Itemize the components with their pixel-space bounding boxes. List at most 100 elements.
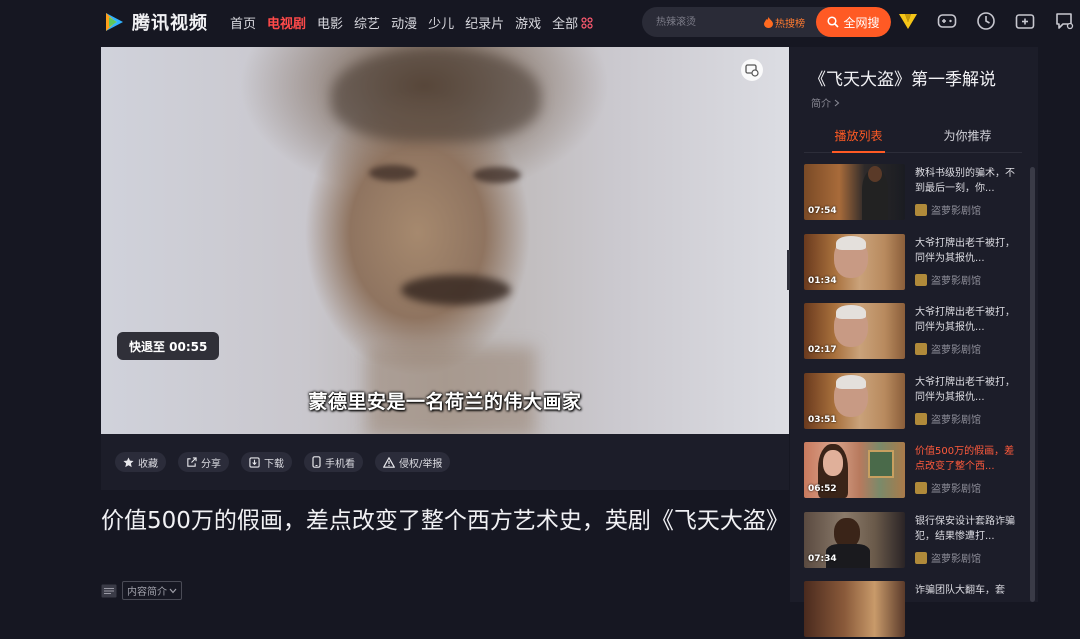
search-button-label: 全网搜 <box>843 15 880 30</box>
playlist-item-title: 价值500万的假画，差点改变了整个西... <box>915 446 1015 472</box>
search-button[interactable]: 全网搜 <box>816 7 891 37</box>
video-duration: 03:51 <box>808 415 837 425</box>
playlist-item-author: 盗萝影剧馆 <box>915 341 981 356</box>
chevron-right-icon <box>834 99 840 107</box>
sidebar-tabs: 播放列表 为你推荐 <box>804 127 1022 153</box>
search-icon <box>827 16 840 28</box>
content-intro[interactable]: 内容简介 <box>101 581 182 600</box>
sidebar-intro-label: 简介 <box>811 99 831 110</box>
playlist-item-author: 盗萝影剧馆 <box>915 480 981 495</box>
upload-video-icon[interactable] <box>1014 10 1036 32</box>
author-name: 盗萝影剧馆 <box>931 276 981 287</box>
nav-item-kids[interactable]: 少儿 <box>428 13 454 32</box>
favorite-button[interactable]: 收藏 <box>115 452 166 472</box>
nav-item-movie[interactable]: 电影 <box>317 13 343 32</box>
video-thumbnail: 03:51 <box>804 373 905 429</box>
playlist-item-playing[interactable]: 06:52 价值500万的假画，差点改变了整个西... 盗萝影剧馆 <box>804 442 1026 500</box>
message-icon[interactable] <box>1053 10 1075 32</box>
rewind-tooltip: 快退至 00:55 <box>117 332 220 360</box>
avatar <box>915 203 927 216</box>
video-duration: 07:54 <box>808 206 837 216</box>
nav-item-variety[interactable]: 综艺 <box>354 13 380 32</box>
playlist-item-title: 大爷打牌出老千被打，同伴为其报仇... <box>915 307 1015 333</box>
tab-recommended[interactable]: 为你推荐 <box>913 127 1022 152</box>
playlist-item[interactable]: 诈骗团队大翻车，套 <box>804 581 1026 639</box>
playlist-item[interactable]: 07:34 银行保安设计套路诈骗犯，结果惨遭打... 盗萝影剧馆 <box>804 512 1026 570</box>
portrait-eye-left <box>369 165 417 181</box>
video-thumbnail: 07:54 <box>804 164 905 220</box>
nav-item-all-label: 全部 <box>552 17 579 32</box>
sidebar-title: 《飞天大盗》第一季解说 <box>809 70 996 90</box>
author-name: 盗萝影剧馆 <box>931 415 981 426</box>
sidebar-intro-link[interactable]: 简介 <box>811 95 840 110</box>
game-controller-icon[interactable] <box>936 10 958 32</box>
warning-icon <box>383 456 395 468</box>
nav-item-game[interactable]: 游戏 <box>515 13 541 32</box>
video-duration: 01:34 <box>808 276 837 286</box>
download-button[interactable]: 下载 <box>241 452 292 472</box>
avatar <box>915 342 927 355</box>
nav-item-tv[interactable]: 电视剧 <box>267 13 306 32</box>
grid-icon <box>581 16 593 29</box>
avatar <box>915 551 927 564</box>
portrait-hair <box>331 47 541 142</box>
phone-icon <box>312 456 321 468</box>
share-label: 分享 <box>201 458 221 470</box>
playlist-item[interactable]: 02:17 大爷打牌出老千被打，同伴为其报仇... 盗萝影剧馆 <box>804 303 1026 361</box>
nav-item-documentary[interactable]: 纪录片 <box>465 13 504 32</box>
portrait-eye-right <box>473 167 521 183</box>
video-player[interactable]: 快退至 00:55 蒙德里安是一名荷兰的伟大画家 <box>101 47 789 434</box>
avatar <box>915 481 927 494</box>
playlist-item-author: 盗萝影剧馆 <box>915 272 981 287</box>
content-intro-toggle[interactable]: 内容简介 <box>122 581 182 600</box>
watch-on-phone-label: 手机看 <box>325 458 355 470</box>
playlist-item-title: 银行保安设计套路诈骗犯，结果惨遭打... <box>915 516 1015 542</box>
nav-item-all[interactable]: 全部 <box>552 13 593 32</box>
tab-playlist[interactable]: 播放列表 <box>804 127 913 153</box>
download-label: 下载 <box>264 458 284 470</box>
video-duration: 07:34 <box>808 554 837 564</box>
video-duration: 06:52 <box>808 484 837 494</box>
chevron-down-icon <box>169 588 177 593</box>
vip-icon[interactable] <box>897 10 919 32</box>
playlist-item[interactable]: 07:54 教科书级别的骗术，不到最后一刻，你... 盗萝影剧馆 <box>804 164 1026 222</box>
playlist-item-title: 教科书级别的骗术，不到最后一刻，你... <box>915 168 1015 194</box>
author-name: 盗萝影剧馆 <box>931 554 981 565</box>
hot-rank-label: 热搜榜 <box>775 19 805 30</box>
video-thumbnail: 06:52 <box>804 442 905 498</box>
nav-item-anime[interactable]: 动漫 <box>391 13 417 32</box>
history-clock-icon[interactable] <box>975 10 997 32</box>
share-button[interactable]: 分享 <box>178 452 229 472</box>
favorite-label: 收藏 <box>138 458 158 470</box>
video-thumbnail: 07:34 <box>804 512 905 568</box>
picture-in-picture-button[interactable] <box>741 59 763 81</box>
author-name: 盗萝影剧馆 <box>931 484 981 495</box>
nav-item-home[interactable]: 首页 <box>230 13 256 32</box>
top-icon-group <box>897 10 1075 32</box>
main-nav: 首页 电视剧 电影 综艺 动漫 少儿 纪录片 游戏 全部 <box>230 13 604 32</box>
author-name: 盗萝影剧馆 <box>931 345 981 356</box>
report-button[interactable]: 侵权/举报 <box>375 452 451 472</box>
video-thumbnail <box>804 581 905 637</box>
report-label: 侵权/举报 <box>399 458 443 470</box>
search-input[interactable] <box>656 7 756 37</box>
tencent-video-logo-icon <box>106 13 123 31</box>
content-intro-label: 内容简介 <box>127 587 167 598</box>
flame-icon <box>764 17 773 28</box>
playlist-item[interactable]: 01:34 大爷打牌出老千被打，同伴为其报仇... 盗萝影剧馆 <box>804 234 1026 292</box>
playlist-item[interactable]: 03:51 大爷打牌出老千被打，同伴为其报仇... 盗萝影剧馆 <box>804 373 1026 431</box>
portrait-mustache <box>401 275 511 305</box>
logo[interactable]: 腾讯视频 <box>102 9 208 35</box>
playlist-item-author: 盗萝影剧馆 <box>915 411 981 426</box>
avatar <box>915 273 927 286</box>
video-thumbnail: 01:34 <box>804 234 905 290</box>
sidebar-scrollbar[interactable] <box>1030 167 1035 602</box>
hot-rank-link[interactable]: 热搜榜 <box>764 15 805 30</box>
watch-on-phone-button[interactable]: 手机看 <box>304 452 363 472</box>
star-icon <box>123 456 134 467</box>
avatar <box>915 412 927 425</box>
video-duration: 02:17 <box>808 345 837 355</box>
video-title: 价值500万的假画，差点改变了整个西方艺术史，英剧《飞天大盗》 <box>101 508 789 534</box>
playlist-item-author: 盗萝影剧馆 <box>915 550 981 565</box>
playlist-sidebar: 《飞天大盗》第一季解说 简介 播放列表 为你推荐 07:54 教科书级别的骗术，… <box>790 47 1038 637</box>
